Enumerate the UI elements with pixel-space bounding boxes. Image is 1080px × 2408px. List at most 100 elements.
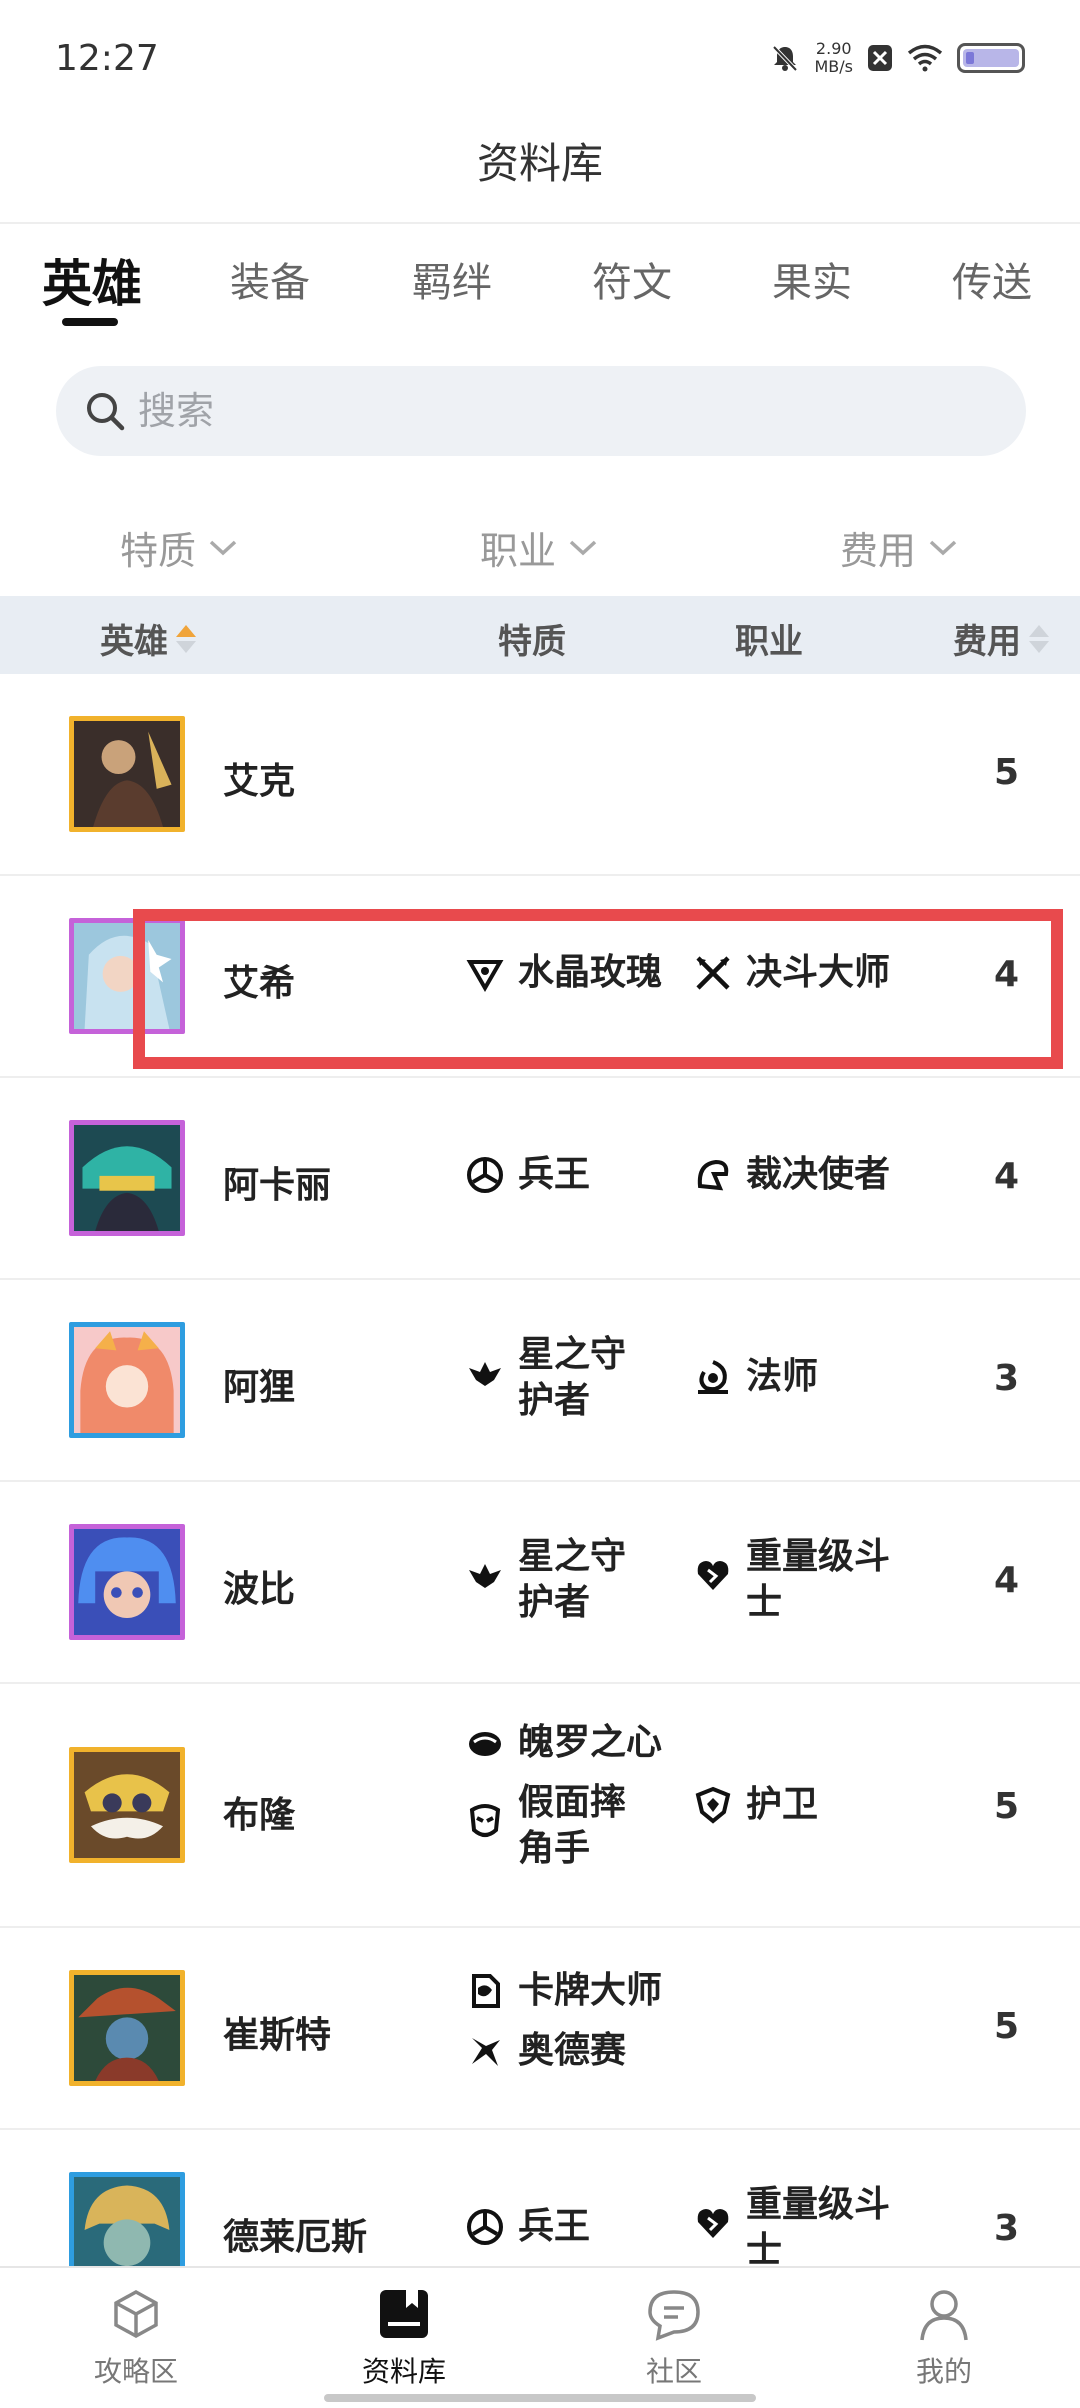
page-title: 资料库 <box>476 139 603 188</box>
trait-label: 兵王 <box>518 1154 591 1195</box>
hero-row[interactable]: 波比 星之守护者 重量级斗士 4 <box>0 1482 1080 1684</box>
search-input[interactable] <box>138 384 998 438</box>
hero-portrait-icon <box>74 1327 180 1433</box>
battery-icon <box>957 43 1025 73</box>
star-guardian-icon <box>469 1564 501 1588</box>
hero-row[interactable]: 布隆 魄罗之心 假面摔角手 护卫 5 <box>0 1684 1080 1928</box>
hero-avatar <box>69 1322 185 1438</box>
network-speed-unit: MB/s <box>814 57 853 76</box>
active-tab-indicator <box>62 318 118 326</box>
chevron-down-icon <box>929 540 957 555</box>
hero-avatar <box>69 1970 185 2086</box>
hero-name: 阿卡丽 <box>223 1165 332 1206</box>
column-header-hero[interactable]: 英雄 <box>100 614 196 663</box>
spiral-icon <box>467 2209 503 2245</box>
trait-tag[interactable]: 卡牌大师 <box>466 1968 668 2014</box>
hero-cost: 4 <box>994 1156 1020 1197</box>
spiral-icon <box>467 1157 503 1193</box>
nav-item-community[interactable]: 社区 <box>594 2286 754 2390</box>
hero-row[interactable]: 崔斯特 卡牌大师 奥德赛 5 <box>0 1928 1080 2130</box>
hero-avatar <box>69 716 185 832</box>
column-header-cost[interactable]: 费用 <box>953 614 1049 663</box>
class-label: 法师 <box>746 1356 819 1397</box>
class-tag[interactable]: 裁决使者 <box>694 1152 896 1198</box>
network-speed: 2.90 MB/s <box>814 40 853 76</box>
class-tag[interactable]: 法师 <box>694 1354 896 1400</box>
trait-label: 奥德赛 <box>518 2030 627 2071</box>
tab-runes[interactable]: 符文 <box>592 250 672 308</box>
tab-fruits[interactable]: 果实 <box>772 250 852 308</box>
chat-icon <box>648 2290 700 2341</box>
hero-cost: 3 <box>994 2208 1020 2249</box>
trait-tag[interactable]: 星之守护者 <box>466 1332 660 1424</box>
column-header-class: 职业 <box>735 622 803 662</box>
filter-class[interactable]: 职业 <box>480 520 598 575</box>
hero-cost: 5 <box>994 1786 1020 1827</box>
filter-trait[interactable]: 特质 <box>120 520 238 575</box>
trait-tag[interactable]: 奥德赛 <box>466 2028 660 2074</box>
category-tabs: 英雄 装备 羁绊 符文 果实 传送 <box>0 250 1080 330</box>
sort-icon <box>1029 624 1049 653</box>
hero-row[interactable]: 阿狸 星之守护者 法师 3 <box>0 1280 1080 1482</box>
highlight-box <box>133 909 1063 1069</box>
filter-cost-label: 费用 <box>840 529 917 573</box>
class-label: 护卫 <box>746 1784 819 1825</box>
tab-heroes[interactable]: 英雄 <box>42 244 142 316</box>
tab-equipment[interactable]: 装备 <box>230 250 310 308</box>
hero-name: 波比 <box>223 1569 296 1610</box>
trait-tag[interactable]: 兵王 <box>466 1152 660 1198</box>
trait-tag[interactable]: 星之守护者 <box>466 1534 660 1626</box>
star-guardian-icon <box>469 1362 501 1386</box>
filter-row: 特质 职业 费用 <box>0 510 1080 580</box>
hero-portrait-icon <box>74 1125 180 1231</box>
bell-muted-icon <box>773 45 798 72</box>
nav-item-profile[interactable]: 我的 <box>864 2286 1024 2390</box>
class-tag[interactable]: 重量级斗士 <box>694 1534 896 1626</box>
sort-icon <box>176 624 196 653</box>
class-tag[interactable]: 护卫 <box>694 1782 888 1828</box>
hero-avatar <box>69 2172 185 2266</box>
trait-tag[interactable]: 魄罗之心 <box>466 1720 668 1766</box>
filter-cost[interactable]: 费用 <box>840 520 958 575</box>
chevron-down-icon <box>569 540 597 555</box>
trait-label: 星之守护者 <box>518 1536 627 1623</box>
column-header-hero-label: 英雄 <box>100 622 168 662</box>
tab-teleport[interactable]: 传送 <box>952 250 1032 308</box>
class-label: 重量级斗士 <box>746 1536 891 1623</box>
status-icons: 2.90 MB/s <box>770 40 1025 76</box>
nav-label: 社区 <box>645 2355 702 2388</box>
card-master-icon <box>472 1974 500 2008</box>
wifi-icon <box>907 44 943 72</box>
bruiser-heart-icon <box>697 1561 729 1590</box>
hero-name: 艾克 <box>223 761 296 802</box>
hero-name: 阿狸 <box>223 1367 296 1408</box>
network-speed-value: 2.90 <box>815 39 852 58</box>
title-divider <box>0 222 1080 224</box>
nav-label: 攻略区 <box>93 2355 178 2388</box>
hero-row[interactable]: 艾克 5 <box>0 674 1080 876</box>
chevron-down-icon <box>209 540 237 555</box>
trait-label: 魄罗之心 <box>518 1722 663 1763</box>
table-header: 英雄 特质 职业 费用 <box>0 596 1080 674</box>
mask-wrestler-icon <box>469 1804 501 1837</box>
class-tag[interactable]: 重量级斗士 <box>694 2182 896 2266</box>
nav-item-library[interactable]: 资料库 <box>324 2286 484 2390</box>
x-notification-icon <box>868 45 892 71</box>
mage-icon <box>698 1360 728 1394</box>
hero-row[interactable]: 阿卡丽 兵王 裁决使者 4 <box>0 1078 1080 1280</box>
judgement-icon <box>697 1159 729 1191</box>
nav-item-guides[interactable]: 攻略区 <box>56 2286 216 2390</box>
hero-row[interactable]: 德莱厄斯 兵王 重量级斗士 3 <box>0 2130 1080 2266</box>
hero-portrait-icon <box>74 1752 180 1858</box>
hero-portrait-icon <box>74 2177 180 2266</box>
search-bar[interactable] <box>56 366 1026 456</box>
hero-cost: 5 <box>994 752 1020 793</box>
trait-tag[interactable]: 假面摔角手 <box>466 1780 660 1872</box>
odyssey-icon <box>472 2038 500 2066</box>
home-indicator[interactable] <box>324 2394 756 2402</box>
column-header-trait: 特质 <box>498 622 566 662</box>
class-label: 裁决使者 <box>746 1154 891 1195</box>
tab-bonds[interactable]: 羁绊 <box>412 250 492 308</box>
hero-portrait-icon <box>74 721 180 827</box>
trait-tag[interactable]: 兵王 <box>466 2204 660 2250</box>
